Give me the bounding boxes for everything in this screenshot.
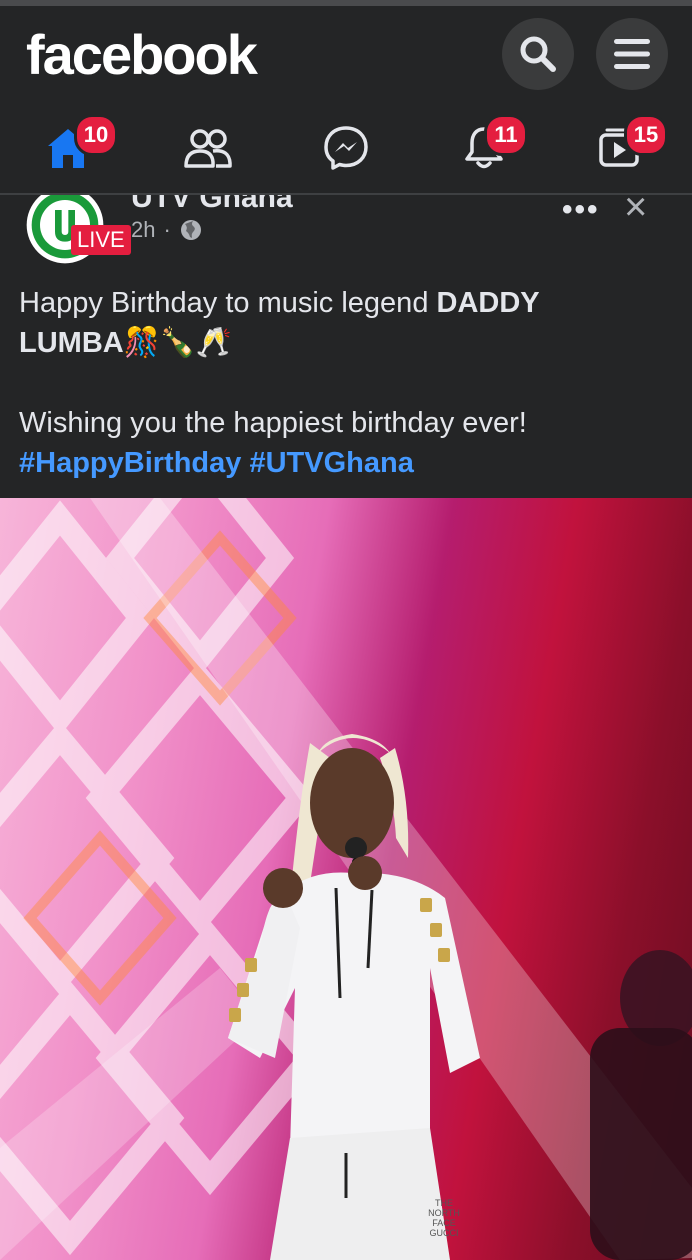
messenger-icon: [324, 126, 368, 170]
facebook-logo[interactable]: facebook: [26, 22, 258, 87]
page-name[interactable]: UTV Ghana: [131, 195, 293, 215]
jacket-print: THE NORTH FACE GUCCI: [428, 1198, 460, 1238]
post-options-button[interactable]: •••: [562, 195, 600, 227]
watch-badge: 15: [624, 114, 668, 156]
search-button[interactable]: [502, 18, 574, 90]
globe-icon: [180, 220, 201, 240]
notifications-badge: 11: [484, 114, 528, 156]
friends-icon: [184, 129, 232, 168]
hashtags: #HappyBirthday #UTVGhana: [19, 443, 679, 483]
post-meta: 2h ·: [131, 217, 203, 243]
hide-post-button[interactable]: ×: [624, 195, 647, 230]
feed-post: LIVE UTV Ghana 2h · ••• × Happy Birthday…: [0, 195, 692, 498]
search-icon: [520, 36, 556, 72]
post-text-line2: LUMBA🎊🍾🥂: [19, 327, 233, 359]
main-nav: 10 11 15: [0, 108, 692, 188]
nav-watch[interactable]: 15: [562, 108, 682, 188]
concert-photo-illustration: [0, 498, 692, 1260]
post-time[interactable]: 2h: [131, 217, 155, 243]
nav-friends[interactable]: [148, 108, 268, 188]
live-badge: LIVE: [71, 225, 131, 255]
home-badge: 10: [74, 114, 118, 156]
nav-home[interactable]: 10: [8, 108, 128, 188]
hamburger-menu-icon: [614, 39, 650, 69]
nav-notifications[interactable]: 11: [424, 108, 544, 188]
meta-separator: ·: [163, 217, 171, 242]
post-text-line3: Wishing you the happiest birthday ever!: [19, 407, 527, 439]
nav-messenger[interactable]: [286, 108, 406, 188]
app-header: facebook 10 11 15: [0, 6, 692, 196]
page-avatar[interactable]: LIVE: [17, 195, 131, 265]
celebration-emoji: 🎊🍾🥂: [123, 327, 233, 359]
hashtag-happybirthday[interactable]: #HappyBirthday: [19, 447, 241, 479]
post-photo[interactable]: THE NORTH FACE GUCCI: [0, 498, 692, 1260]
post-text-line1: Happy Birthday to music legend DADDY: [19, 287, 540, 319]
hashtag-utvghana[interactable]: #UTVGhana: [249, 447, 413, 479]
post-text: Happy Birthday to music legend DADDY LUM…: [19, 283, 679, 483]
menu-button[interactable]: [596, 18, 668, 90]
